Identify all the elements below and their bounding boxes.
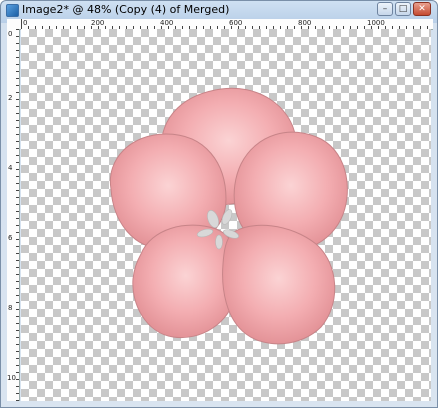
ruler-label-0: 0 xyxy=(23,19,28,27)
vruler-label-0: 0 xyxy=(8,30,13,38)
vruler-label-8: 8 xyxy=(8,304,13,312)
image-canvas[interactable] xyxy=(21,29,431,401)
window-title: Image2* @ 48% (Copy (4) of Merged) xyxy=(22,3,230,16)
ruler-label-200: 200 xyxy=(91,19,105,27)
image-window: Image2* @ 48% (Copy (4) of Merged) – □ ✕… xyxy=(0,0,438,408)
vertical-ruler[interactable]: 0 2 4 6 8 10 xyxy=(7,29,20,401)
minimize-button[interactable]: – xyxy=(377,2,393,16)
vruler-label-10: 10 xyxy=(7,374,16,382)
vruler-label-2: 2 xyxy=(8,94,13,102)
vruler-label-6: 6 xyxy=(8,234,13,242)
vruler-label-4: 4 xyxy=(8,164,13,172)
ruler-label-1000: 1000 xyxy=(367,19,385,27)
ruler-label-600: 600 xyxy=(229,19,243,27)
close-button[interactable]: ✕ xyxy=(413,2,431,16)
flower-image xyxy=(109,87,348,345)
app-icon xyxy=(6,4,19,17)
window-controls: – □ ✕ xyxy=(377,2,431,17)
ruler-ticks-vertical xyxy=(16,29,19,401)
title-bar[interactable]: Image2* @ 48% (Copy (4) of Merged) – □ ✕ xyxy=(1,1,437,19)
ruler-label-800: 800 xyxy=(298,19,312,27)
ruler-label-400: 400 xyxy=(160,19,174,27)
maximize-button[interactable]: □ xyxy=(395,2,411,16)
